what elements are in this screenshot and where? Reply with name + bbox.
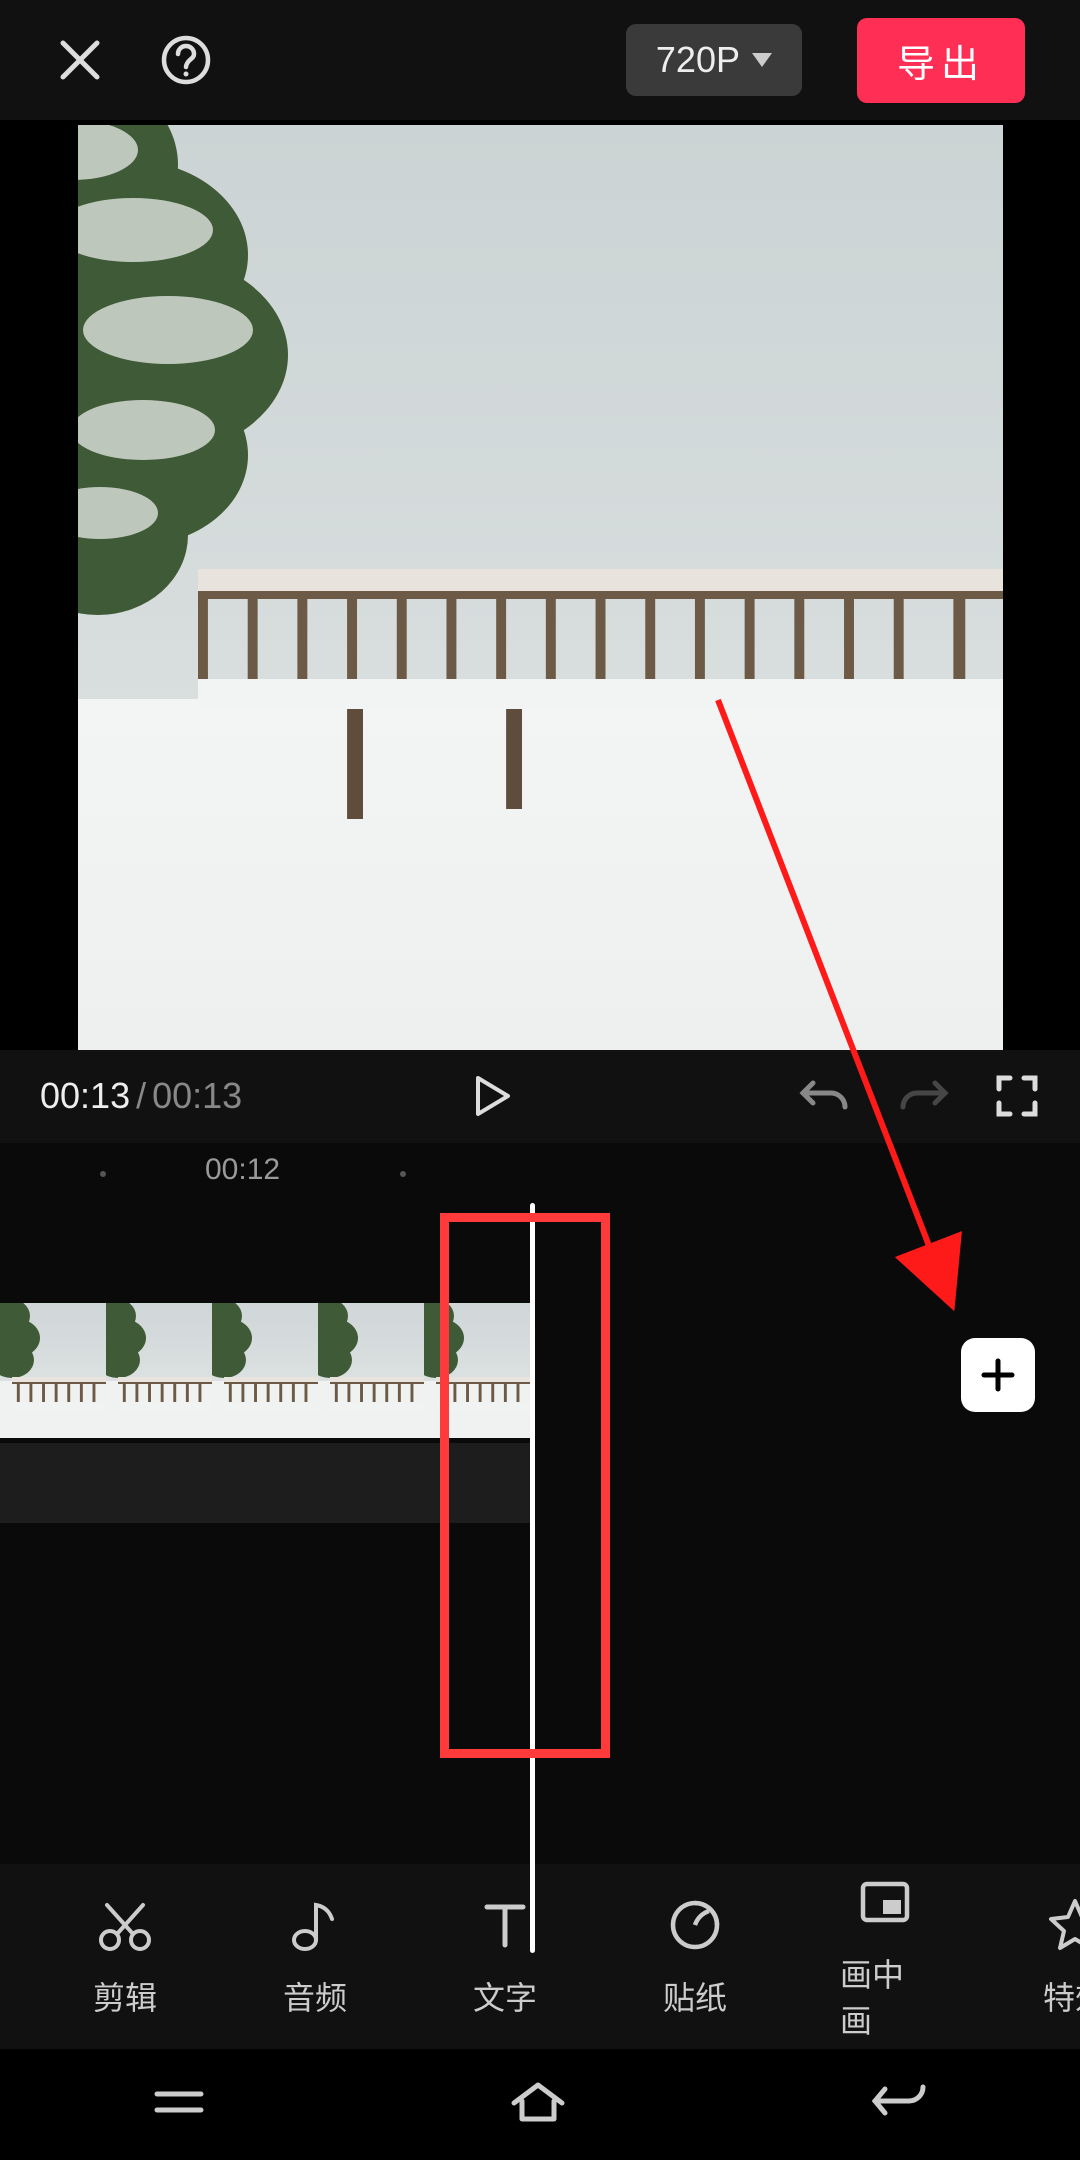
tool-text[interactable]: 文字 [460, 1895, 550, 2019]
tool-label: 文字 [473, 1973, 537, 2019]
clip-thumbnail [212, 1303, 318, 1438]
undo-redo-group [799, 1075, 949, 1117]
clip-thumbnail [318, 1303, 424, 1438]
tool-pip[interactable]: 画中画 [840, 1872, 930, 2042]
resolution-label: 720P [656, 39, 740, 81]
timeline[interactable]: 00:12 [0, 1143, 1080, 1864]
ruler-tick [100, 1171, 106, 1177]
tool-label: 贴纸 [663, 1973, 727, 2019]
tool-edit[interactable]: 剪辑 [80, 1895, 170, 2019]
clip-thumbnail [0, 1303, 106, 1438]
nav-home-icon[interactable] [508, 2079, 568, 2130]
tool-sticker[interactable]: 贴纸 [650, 1895, 740, 2019]
export-button[interactable]: 导出 [857, 18, 1025, 103]
bottom-tool-bar: 剪辑 音频 文字 贴纸 画中画 [0, 1864, 1080, 2049]
preview-area [0, 120, 1080, 1050]
tool-label: 画中画 [840, 1950, 930, 2042]
duration: 00:13 [152, 1075, 242, 1116]
ruler-time-label: 00:12 [205, 1153, 280, 1187]
chevron-down-icon [752, 53, 772, 67]
tool-audio[interactable]: 音频 [270, 1895, 360, 2019]
annotation-highlight-box [440, 1213, 610, 1758]
fullscreen-icon[interactable] [994, 1073, 1040, 1119]
close-icon[interactable] [55, 35, 105, 85]
effects-star-icon [1045, 1895, 1080, 1955]
nav-back-icon[interactable] [869, 2081, 929, 2128]
time-display: 00:13/00:13 [40, 1075, 242, 1117]
add-clip-button[interactable] [961, 1338, 1035, 1412]
music-note-icon [285, 1895, 345, 1955]
video-editor-app: 720P 导出 [0, 0, 1080, 2160]
redo-icon[interactable] [899, 1075, 949, 1117]
timeline-ruler: 00:12 [0, 1143, 1080, 1203]
current-time: 00:13 [40, 1075, 130, 1116]
undo-icon[interactable] [799, 1075, 849, 1117]
scissors-icon [95, 1895, 155, 1955]
tool-effects[interactable]: 特效 [1030, 1895, 1080, 2019]
time-separator: / [136, 1075, 146, 1116]
tool-label: 剪辑 [93, 1973, 157, 2019]
picture-in-picture-icon [855, 1872, 915, 1932]
video-preview[interactable] [78, 125, 1003, 1050]
resolution-selector[interactable]: 720P [626, 24, 802, 96]
top-bar: 720P 导出 [0, 0, 1080, 120]
ruler-tick [400, 1171, 406, 1177]
play-bar: 00:13/00:13 [0, 1050, 1080, 1142]
text-icon [475, 1895, 535, 1955]
tool-label: 音频 [283, 1973, 347, 2019]
preview-pier [198, 569, 1003, 829]
play-icon[interactable] [468, 1073, 514, 1119]
clip-thumbnail [106, 1303, 212, 1438]
export-label: 导出 [897, 44, 985, 86]
sticker-icon [665, 1895, 725, 1955]
nav-recent-icon[interactable] [151, 2082, 207, 2127]
help-icon[interactable] [160, 34, 212, 86]
tool-label: 特效 [1043, 1973, 1080, 2019]
system-nav-bar [0, 2049, 1080, 2160]
